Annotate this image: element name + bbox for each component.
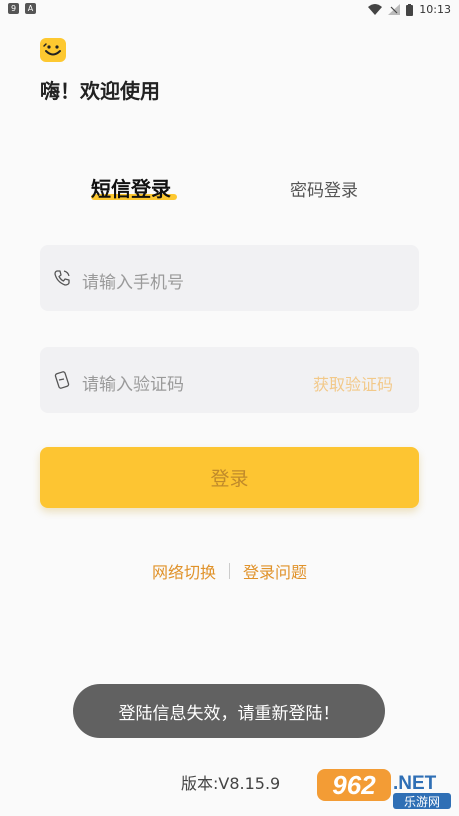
notification-icon-1: 9 xyxy=(8,3,19,14)
version-label: 版本:V8.15.9 xyxy=(181,774,281,793)
verification-code-field[interactable]: 请输入验证码 获取验证码 xyxy=(40,347,419,413)
smiley-logo-icon xyxy=(43,43,61,56)
status-bar-system: 10:13 xyxy=(368,3,451,16)
battery-icon xyxy=(406,3,414,16)
status-bar-notifications: 9 A xyxy=(8,3,36,14)
get-code-button[interactable]: 获取验证码 xyxy=(313,371,393,395)
link-divider xyxy=(229,563,230,579)
phone-field[interactable]: 请输入手机号 xyxy=(40,245,419,311)
notification-icon-2: A xyxy=(25,3,36,14)
code-input-placeholder: 请输入验证码 xyxy=(82,375,184,395)
site-watermark-logo: 962 .NET 乐游网 xyxy=(317,769,451,809)
phone-input-placeholder: 请输入手机号 xyxy=(82,273,184,293)
help-links: 网络切换 登录问题 xyxy=(0,559,459,583)
tab-sms-login[interactable]: 短信登录 xyxy=(91,173,171,202)
tab-sms-login-label: 短信登录 xyxy=(91,177,171,201)
login-button[interactable]: 登录 xyxy=(40,447,419,508)
watermark-number: 962 xyxy=(332,770,376,800)
tab-password-login[interactable]: 密码登录 xyxy=(290,176,358,201)
phone-icon xyxy=(54,270,70,286)
clock: 10:13 xyxy=(419,3,451,16)
status-bar: 9 A 10:13 xyxy=(0,0,459,20)
wifi-icon xyxy=(368,4,383,15)
watermark-suffix: .NET xyxy=(393,773,437,794)
app-logo xyxy=(40,38,66,62)
watermark-cn: 乐游网 xyxy=(404,795,440,809)
signal-icon xyxy=(388,4,401,15)
greeting-title: 嗨！欢迎使用 xyxy=(40,79,160,103)
network-switch-link[interactable]: 网络切换 xyxy=(152,559,216,583)
toast-message: 登陆信息失效，请重新登陆！ xyxy=(73,684,385,738)
shield-icon xyxy=(54,371,70,389)
login-issue-link[interactable]: 登录问题 xyxy=(243,559,307,583)
